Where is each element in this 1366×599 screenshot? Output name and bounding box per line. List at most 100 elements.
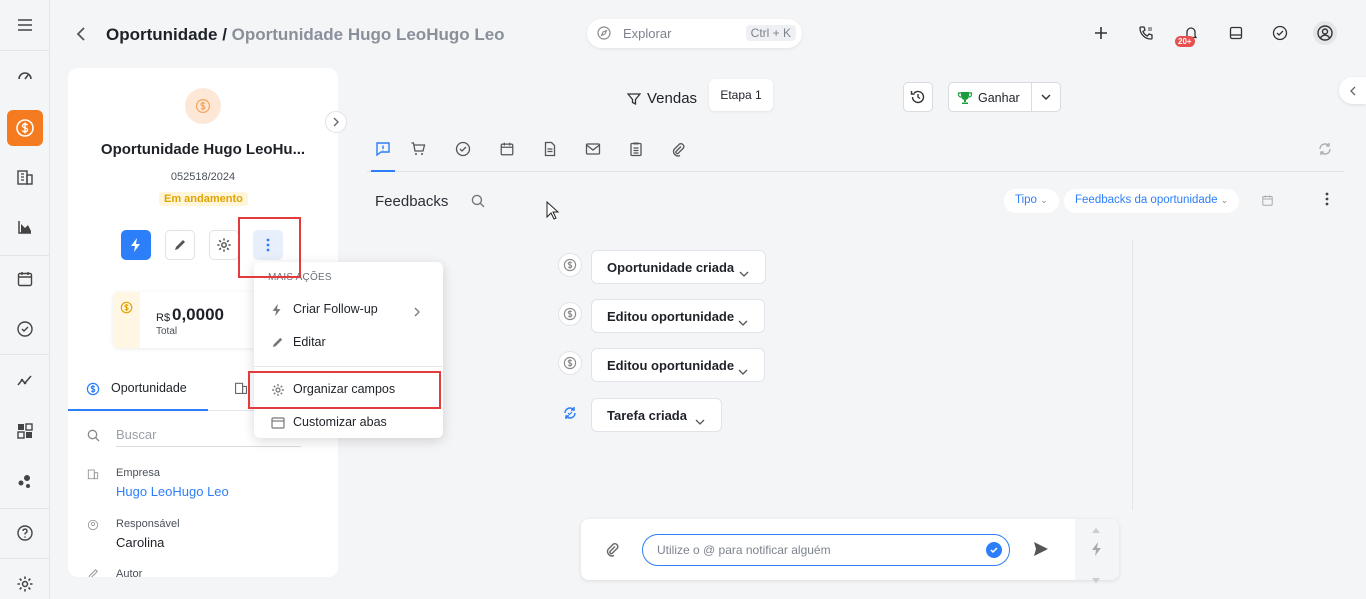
chevron-down-icon [738, 363, 748, 378]
dashboard-icon[interactable] [9, 59, 41, 91]
event-opportunity-edited[interactable]: Editou oportunidade [591, 299, 765, 333]
divider [0, 50, 50, 51]
win-button[interactable]: Ganhar [948, 82, 1032, 112]
chevron-down-icon: ⌄ [1040, 195, 1048, 205]
opportunity-code: 052518/2024 [170, 171, 236, 183]
filter-scope-label: Feedbacks da oportunidade [1075, 194, 1218, 206]
user-icon [87, 519, 99, 534]
field-author-label: Autor [116, 568, 143, 577]
dollar-icon[interactable] [7, 110, 43, 146]
pipeline-name[interactable]: Vendas [647, 90, 697, 107]
filter-scope-pill[interactable]: Feedbacks da oportunidade ⌄ [1064, 189, 1240, 213]
field-search-underline [116, 446, 301, 447]
bolt-icon[interactable] [1091, 541, 1103, 560]
dollar-icon [558, 351, 582, 375]
notification-badge: 20+ [1175, 36, 1195, 47]
refresh-icon[interactable] [1316, 140, 1334, 158]
more-actions-menu: MAIS AÇÕES Criar Follow-up Editar Organi… [254, 262, 443, 438]
timeline-divider [1132, 240, 1133, 510]
chevron-up-icon[interactable] [1092, 521, 1100, 536]
breadcrumb-current: Oportunidade Hugo LeoHugo Leo [231, 25, 505, 44]
building-icon [87, 468, 99, 483]
field-company-label: Empresa [116, 467, 161, 479]
user-avatar-icon[interactable] [1313, 21, 1337, 45]
mouse-cursor-icon [546, 200, 560, 224]
feedback-composer: Utilize o @ para notificar alguém [581, 519, 1119, 583]
stage-badge[interactable]: Etapa 1 [709, 79, 773, 111]
filter-type-label: Tipo [1015, 194, 1037, 206]
apps-icon[interactable] [9, 415, 41, 447]
settings-icon[interactable] [9, 568, 41, 599]
send-icon[interactable] [1032, 540, 1050, 561]
total-amount: 0,0000 [172, 305, 224, 324]
attachment-icon[interactable] [604, 541, 620, 560]
event-opportunity-edited[interactable]: Editou oportunidade [591, 348, 765, 382]
history-button[interactable] [903, 82, 933, 112]
help-icon[interactable] [9, 517, 41, 549]
check-circle-icon[interactable] [9, 313, 41, 345]
menu-item-create-follow-up[interactable]: Criar Follow-up [254, 295, 443, 325]
divider [0, 558, 50, 559]
tab-opportunity[interactable]: Oportunidade [68, 374, 208, 411]
inbox-icon[interactable] [1226, 23, 1246, 43]
menu-item-label: Editar [293, 335, 326, 349]
more-options-icon[interactable] [1325, 192, 1329, 209]
back-button[interactable] [72, 25, 90, 43]
win-dropdown-button[interactable] [1031, 82, 1061, 112]
opportunity-title: Oportunidade Hugo LeoHu... [100, 141, 306, 158]
calendar-icon[interactable] [9, 263, 41, 295]
chevron-down-icon[interactable] [1092, 571, 1100, 586]
building-icon[interactable] [234, 381, 248, 398]
dollar-icon [558, 302, 582, 326]
menu-item-customize-tabs[interactable]: Customizar abas [254, 408, 443, 438]
settings-button[interactable] [209, 230, 239, 260]
compass-icon [597, 26, 611, 43]
attachment-icon[interactable] [669, 140, 687, 158]
phone-icon[interactable] [1136, 23, 1156, 43]
field-search-input[interactable]: Buscar [116, 427, 156, 442]
global-search[interactable]: Explorar Ctrl + K [587, 19, 802, 48]
composer-side-panel [1075, 519, 1119, 583]
highlight-organize-fields [248, 371, 441, 409]
search-icon[interactable] [471, 194, 485, 211]
task-check-icon[interactable] [454, 140, 472, 158]
edit-button[interactable] [165, 230, 195, 260]
integrations-icon[interactable] [9, 465, 41, 497]
document-icon[interactable] [541, 140, 559, 158]
quick-action-button[interactable] [121, 230, 151, 260]
dollar-icon [558, 253, 582, 277]
mail-icon[interactable] [584, 140, 602, 158]
menu-item-edit[interactable]: Editar [254, 328, 443, 358]
menu-item-label: Criar Follow-up [293, 302, 378, 316]
collapse-card-button[interactable] [325, 111, 347, 133]
cart-icon[interactable] [409, 140, 427, 158]
window-icon [271, 416, 285, 430]
plus-icon[interactable] [1091, 23, 1111, 43]
total-label: Total [156, 326, 178, 337]
chevron-down-icon [695, 413, 705, 428]
field-company-value[interactable]: Hugo LeoHugo Leo [116, 484, 229, 499]
tab-feedbacks-icon[interactable] [374, 140, 392, 158]
filter-type-pill[interactable]: Tipo ⌄ [1004, 189, 1059, 213]
event-task-created[interactable]: Tarefa criada [591, 398, 722, 432]
trophy-icon [957, 90, 973, 109]
field-owner-value: Carolina [116, 535, 165, 550]
divider [0, 508, 50, 509]
expand-right-panel-button[interactable] [1339, 77, 1366, 104]
date-filter-icon[interactable] [1261, 194, 1274, 210]
chevron-down-icon [739, 265, 749, 280]
event-opportunity-created[interactable]: Oportunidade criada [591, 250, 766, 284]
chart-icon[interactable] [9, 211, 41, 243]
task-check-icon[interactable] [1270, 23, 1290, 43]
menu-icon[interactable] [9, 9, 41, 41]
calendar-icon[interactable] [498, 140, 516, 158]
trend-icon[interactable] [9, 364, 41, 396]
chevron-right-icon [414, 305, 420, 320]
feedback-input[interactable]: Utilize o @ para notificar alguém [642, 534, 1010, 566]
value-strip [113, 292, 140, 348]
building-icon[interactable] [9, 161, 41, 193]
divider [0, 354, 50, 355]
search-shortcut: Ctrl + K [745, 25, 796, 41]
field-owner-label: Responsável [116, 518, 180, 530]
clipboard-icon[interactable] [627, 140, 645, 158]
